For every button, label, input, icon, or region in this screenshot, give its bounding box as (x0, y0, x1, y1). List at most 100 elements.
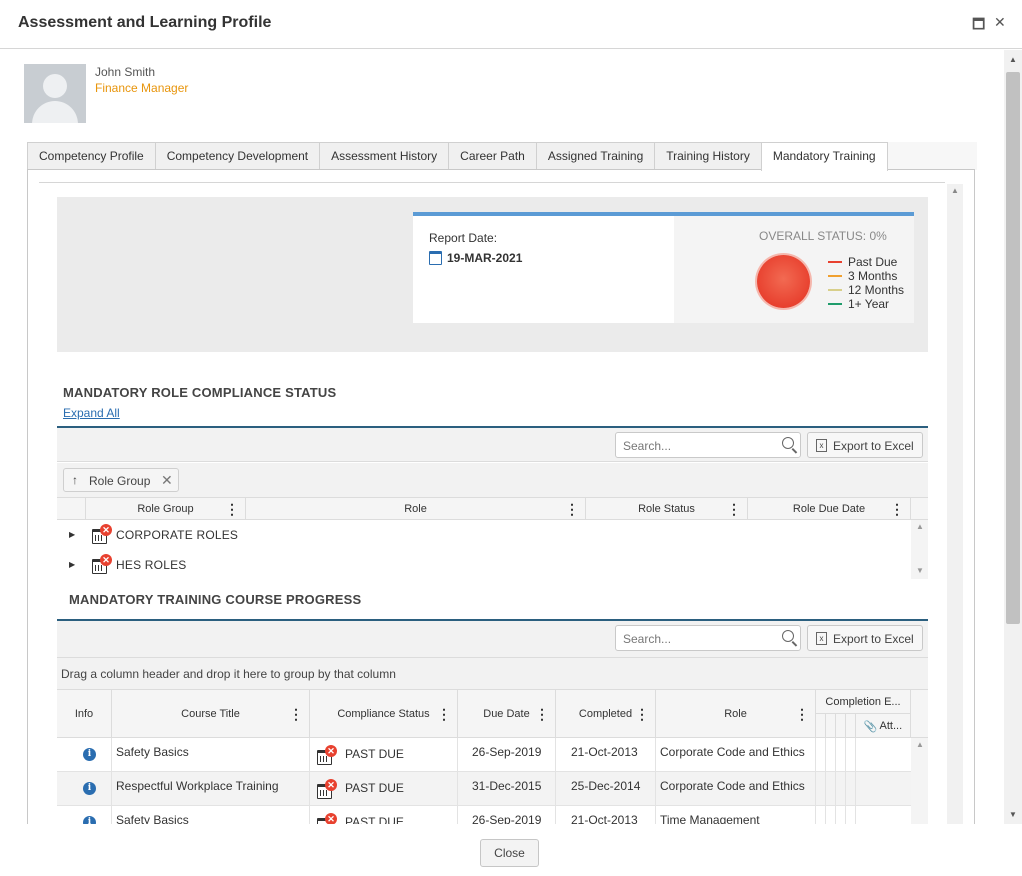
role-export-excel-button[interactable]: x Export to Excel (807, 432, 923, 458)
column-menu-icon[interactable]: ⋮ (565, 502, 579, 516)
role-grid-header: Role Group ⋮ Role ⋮ Role Status ⋮ Role Due … (57, 497, 928, 520)
close-button[interactable]: Close (480, 839, 539, 867)
profile-tabs: Competency Profile Competency Developmen… (27, 142, 977, 171)
column-menu-icon[interactable]: ⋮ (225, 502, 239, 516)
due-date: 26-Sep-2019 (472, 745, 542, 759)
scroll-up-icon[interactable]: ▲ (916, 740, 924, 749)
column-header-role-status[interactable]: Role Status ⋮ (586, 498, 748, 519)
compliance-status: PAST DUE (345, 781, 404, 795)
tab-assigned-training[interactable]: Assigned Training (535, 142, 656, 170)
scroll-up-icon[interactable]: ▲ (916, 522, 924, 531)
calendar-icon (429, 251, 442, 265)
close-icon[interactable]: ✕ (994, 14, 1006, 31)
search-icon[interactable] (782, 437, 794, 449)
role-compliance-title: MANDATORY ROLE COMPLIANCE STATUS (63, 385, 337, 400)
tab-assessment-history[interactable]: Assessment History (319, 142, 450, 170)
group-row[interactable]: ▶ ✕ HES ROLES (57, 550, 911, 580)
expand-arrow-icon[interactable]: ▶ (69, 530, 75, 539)
course-search-input[interactable]: Search... (615, 625, 801, 651)
column-header-compliance-status[interactable]: Compliance Status ⋮ (310, 690, 458, 737)
overdue-schedule-icon: ✕ (317, 779, 337, 799)
column-menu-icon[interactable]: ⋮ (437, 707, 451, 721)
column-menu-icon[interactable]: ⋮ (890, 502, 904, 516)
overdue-schedule-icon: ✕ (92, 524, 112, 544)
user-role: Finance Manager (95, 81, 189, 95)
expand-arrow-icon[interactable]: ▶ (69, 560, 75, 569)
column-header-role-due-date[interactable]: Role Due Date ⋮ (748, 498, 911, 519)
scroll-thumb[interactable] (1006, 72, 1020, 624)
group-drop-zone[interactable]: Drag a column header and drop it here to… (57, 658, 928, 689)
column-menu-icon[interactable]: ⋮ (535, 707, 549, 721)
legend-item: 3 Months (828, 269, 904, 283)
course-title: Safety Basics (116, 745, 189, 759)
course-grid-header: Info Course Title ⋮ Compliance Status ⋮ Du… (57, 689, 928, 738)
table-row[interactable]: i Respectful Workplace Training ✕ PAST DU… (57, 772, 911, 806)
role-grid-scrollbar[interactable]: ▲ ▼ (911, 520, 928, 579)
column-menu-icon[interactable]: ⋮ (289, 707, 303, 721)
column-header-role[interactable]: Role ⋮ (656, 690, 816, 737)
panel-scrollbar[interactable]: ▲ (947, 184, 963, 824)
tab-career-path[interactable]: Career Path (448, 142, 537, 170)
due-date: 31-Dec-2015 (472, 779, 542, 793)
legend-item: 1+ Year (828, 297, 904, 311)
status-legend: Past Due 3 Months 12 Months 1+ Year (828, 255, 904, 311)
status-indicator (757, 255, 810, 308)
tab-competency-profile[interactable]: Competency Profile (27, 142, 156, 170)
tab-mandatory-training[interactable]: Mandatory Training (760, 142, 888, 171)
column-header-info[interactable]: Info (57, 690, 112, 737)
search-icon[interactable] (782, 630, 794, 642)
role-search-input[interactable]: Search... (615, 432, 801, 458)
scroll-up-icon[interactable]: ▲ (951, 186, 959, 195)
info-icon[interactable]: i (83, 748, 96, 761)
column-header-completion-evidence[interactable]: Completion E... (816, 690, 911, 714)
report-date-label: Report Date: (429, 231, 498, 245)
column-header-course-title[interactable]: Course Title ⋮ (112, 690, 310, 737)
expand-all-link[interactable]: Expand All (63, 406, 120, 420)
group-zone (57, 463, 928, 497)
role: Corporate Code and Ethics (660, 745, 805, 759)
overdue-schedule-icon: ✕ (92, 554, 112, 574)
report-date-value: 19-MAR-2021 (447, 251, 523, 265)
divider (39, 182, 945, 183)
scroll-up-icon[interactable]: ▲ (1009, 55, 1017, 64)
info-icon[interactable]: i (83, 782, 96, 795)
course-title: Respectful Workplace Training (116, 779, 279, 793)
avatar (24, 64, 86, 123)
scroll-down-icon[interactable]: ▼ (916, 566, 924, 575)
dialog-title: Assessment and Learning Profile (18, 14, 272, 31)
maximize-icon[interactable]: 🗖 (972, 14, 985, 38)
remove-group-icon[interactable]: ✕ (161, 472, 173, 489)
overdue-schedule-icon: ✕ (317, 745, 337, 765)
report-card: Report Date: 19-MAR-2021 OVERALL STATUS:… (413, 212, 914, 323)
excel-icon: x (816, 632, 827, 645)
column-header-role-group[interactable]: Role Group ⋮ (86, 498, 246, 519)
group-row[interactable]: ▶ ✕ CORPORATE ROLES (57, 520, 911, 550)
tab-training-history[interactable]: Training History (654, 142, 762, 170)
table-row[interactable]: i Safety Basics ✕ PAST DUE 26-Sep-2019 21… (57, 738, 911, 772)
paperclip-icon: 📎 (863, 720, 878, 733)
role-group-chip[interactable]: ↑ Role Group ✕ (63, 468, 179, 492)
course-grid-scrollbar[interactable]: ▲ (911, 738, 928, 824)
column-header-role[interactable]: Role ⋮ (246, 498, 586, 519)
compliance-status: PAST DUE (345, 747, 404, 761)
legend-item: 12 Months (828, 283, 904, 297)
course-export-excel-button[interactable]: x Export to Excel (807, 625, 923, 651)
column-header-due-date[interactable]: Due Date ⋮ (458, 690, 556, 737)
column-header-attachments[interactable]: 📎 Att... (856, 714, 911, 738)
completed-date: 25-Dec-2014 (571, 779, 641, 793)
overall-status-label: OVERALL STATUS: 0% (759, 229, 887, 243)
column-menu-icon[interactable]: ⋮ (727, 502, 741, 516)
column-header-completed[interactable]: Completed ⋮ (556, 690, 656, 737)
column-menu-icon[interactable]: ⋮ (795, 707, 809, 721)
course-progress-title: MANDATORY TRAINING COURSE PROGRESS (69, 592, 362, 607)
scroll-down-icon[interactable]: ▼ (1009, 810, 1017, 819)
dialog-scrollbar[interactable]: ▲ ▼ (1004, 50, 1022, 824)
tab-competency-development[interactable]: Competency Development (154, 142, 321, 170)
sort-up-icon[interactable]: ↑ (72, 473, 78, 487)
overall-status-box: OVERALL STATUS: 0% Past Due 3 Months 12 … (674, 216, 914, 323)
user-name: John Smith (95, 65, 156, 79)
column-menu-icon[interactable]: ⋮ (635, 707, 649, 721)
completed-date: 21-Oct-2013 (571, 745, 638, 759)
excel-icon: x (816, 439, 827, 452)
legend-item: Past Due (828, 255, 904, 269)
